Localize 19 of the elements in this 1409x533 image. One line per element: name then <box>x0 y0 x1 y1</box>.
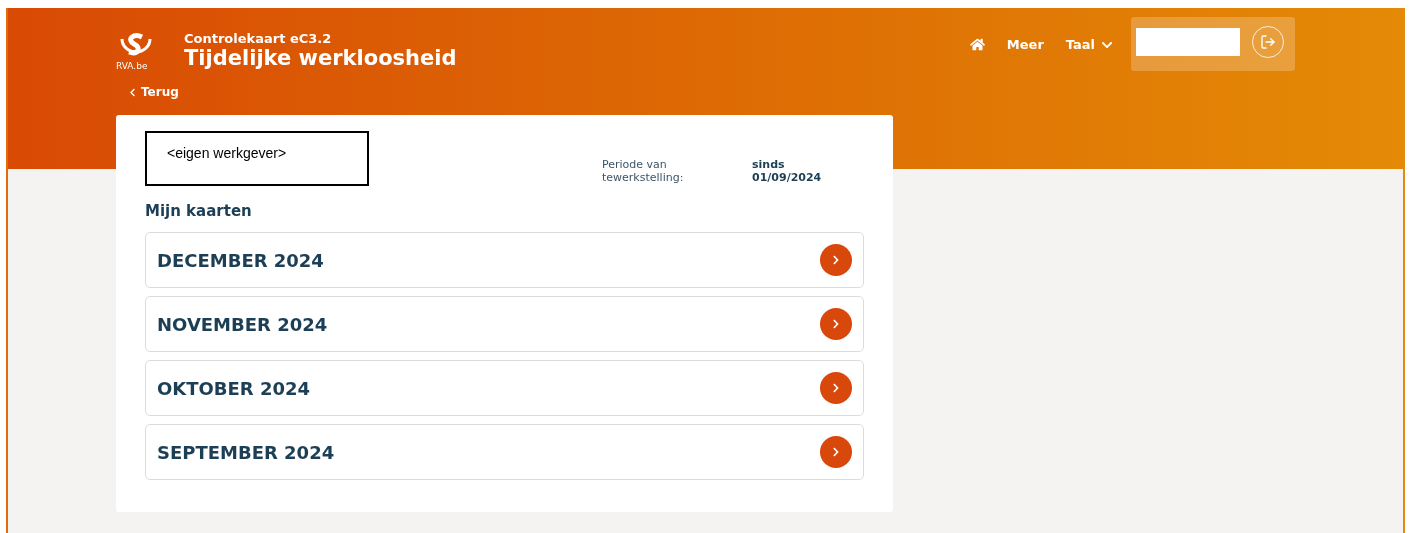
month-card[interactable]: SEPTEMBER 2024 <box>145 424 864 480</box>
chevron-right-icon <box>820 244 852 276</box>
period-value: sinds 01/09/2024 <box>752 159 823 185</box>
logout-icon <box>1260 34 1276 50</box>
home-icon[interactable] <box>969 37 985 52</box>
back-link[interactable]: Terug <box>128 85 179 99</box>
month-card[interactable]: NOVEMBER 2024 <box>145 296 864 352</box>
period-label: Periode van tewerkstelling: <box>602 159 685 185</box>
section-title: Mijn kaarten <box>145 202 253 220</box>
chevron-right-icon <box>820 436 852 468</box>
logo-text: RVA.be <box>116 61 148 71</box>
chevron-right-icon <box>820 308 852 340</box>
chevron-left-icon <box>128 87 137 97</box>
app-subtitle: Controlekaart eC3.2 <box>184 30 333 46</box>
chevron-right-icon <box>820 372 852 404</box>
month-card[interactable]: DECEMBER 2024 <box>145 232 864 288</box>
month-card[interactable]: OKTOBER 2024 <box>145 360 864 416</box>
employer-name: <eigen werkgever> <box>145 131 369 186</box>
app-title: Tijdelijke werkloosheid <box>184 45 457 70</box>
